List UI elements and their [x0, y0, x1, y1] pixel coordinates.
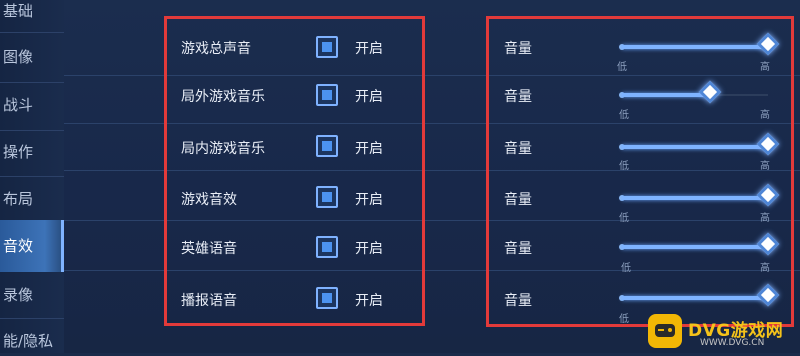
sidebar-divider [0, 176, 64, 177]
watermark-site: WWW.DVG.CN [700, 338, 765, 348]
sidebar-item-label: 音效 [3, 237, 34, 255]
sidebar-item-label: 基础 [3, 2, 34, 20]
sidebar-divider [0, 32, 64, 33]
site-watermark: DVG游戏网 WWW.DVG.CN [648, 314, 794, 350]
sidebar-item-layout[interactable]: 布局 [0, 184, 64, 214]
sidebar-divider [0, 82, 64, 83]
sidebar-item-label: 布局 [3, 190, 34, 208]
sidebar-item-privacy[interactable]: 能/隐私 [0, 326, 64, 356]
sidebar-item-label: 操作 [3, 143, 34, 161]
sidebar-item-controls[interactable]: 操作 [0, 137, 64, 167]
sidebar-item-graphics[interactable]: 图像 [0, 42, 64, 72]
sidebar-divider [0, 130, 64, 131]
sidebar-item-label: 图像 [3, 48, 34, 66]
sidebar-divider [0, 318, 64, 319]
sidebar-item-sound[interactable]: 音效 [0, 220, 64, 272]
sidebar-item-combat[interactable]: 战斗 [0, 90, 64, 120]
sidebar-item-replay[interactable]: 录像 [0, 280, 64, 310]
settings-sidebar: 基础 图像 战斗 操作 布局 音效 录像 能/隐私 [0, 0, 64, 353]
sidebar-item-label: 录像 [3, 286, 34, 304]
gamepad-icon [648, 314, 682, 348]
volume-sliders-highlight [486, 16, 794, 327]
sidebar-item-basic[interactable]: 基础 [0, 0, 64, 26]
sidebar-item-label: 能/隐私 [3, 332, 54, 350]
toggle-options-highlight [164, 16, 425, 326]
sidebar-item-label: 战斗 [3, 96, 34, 114]
